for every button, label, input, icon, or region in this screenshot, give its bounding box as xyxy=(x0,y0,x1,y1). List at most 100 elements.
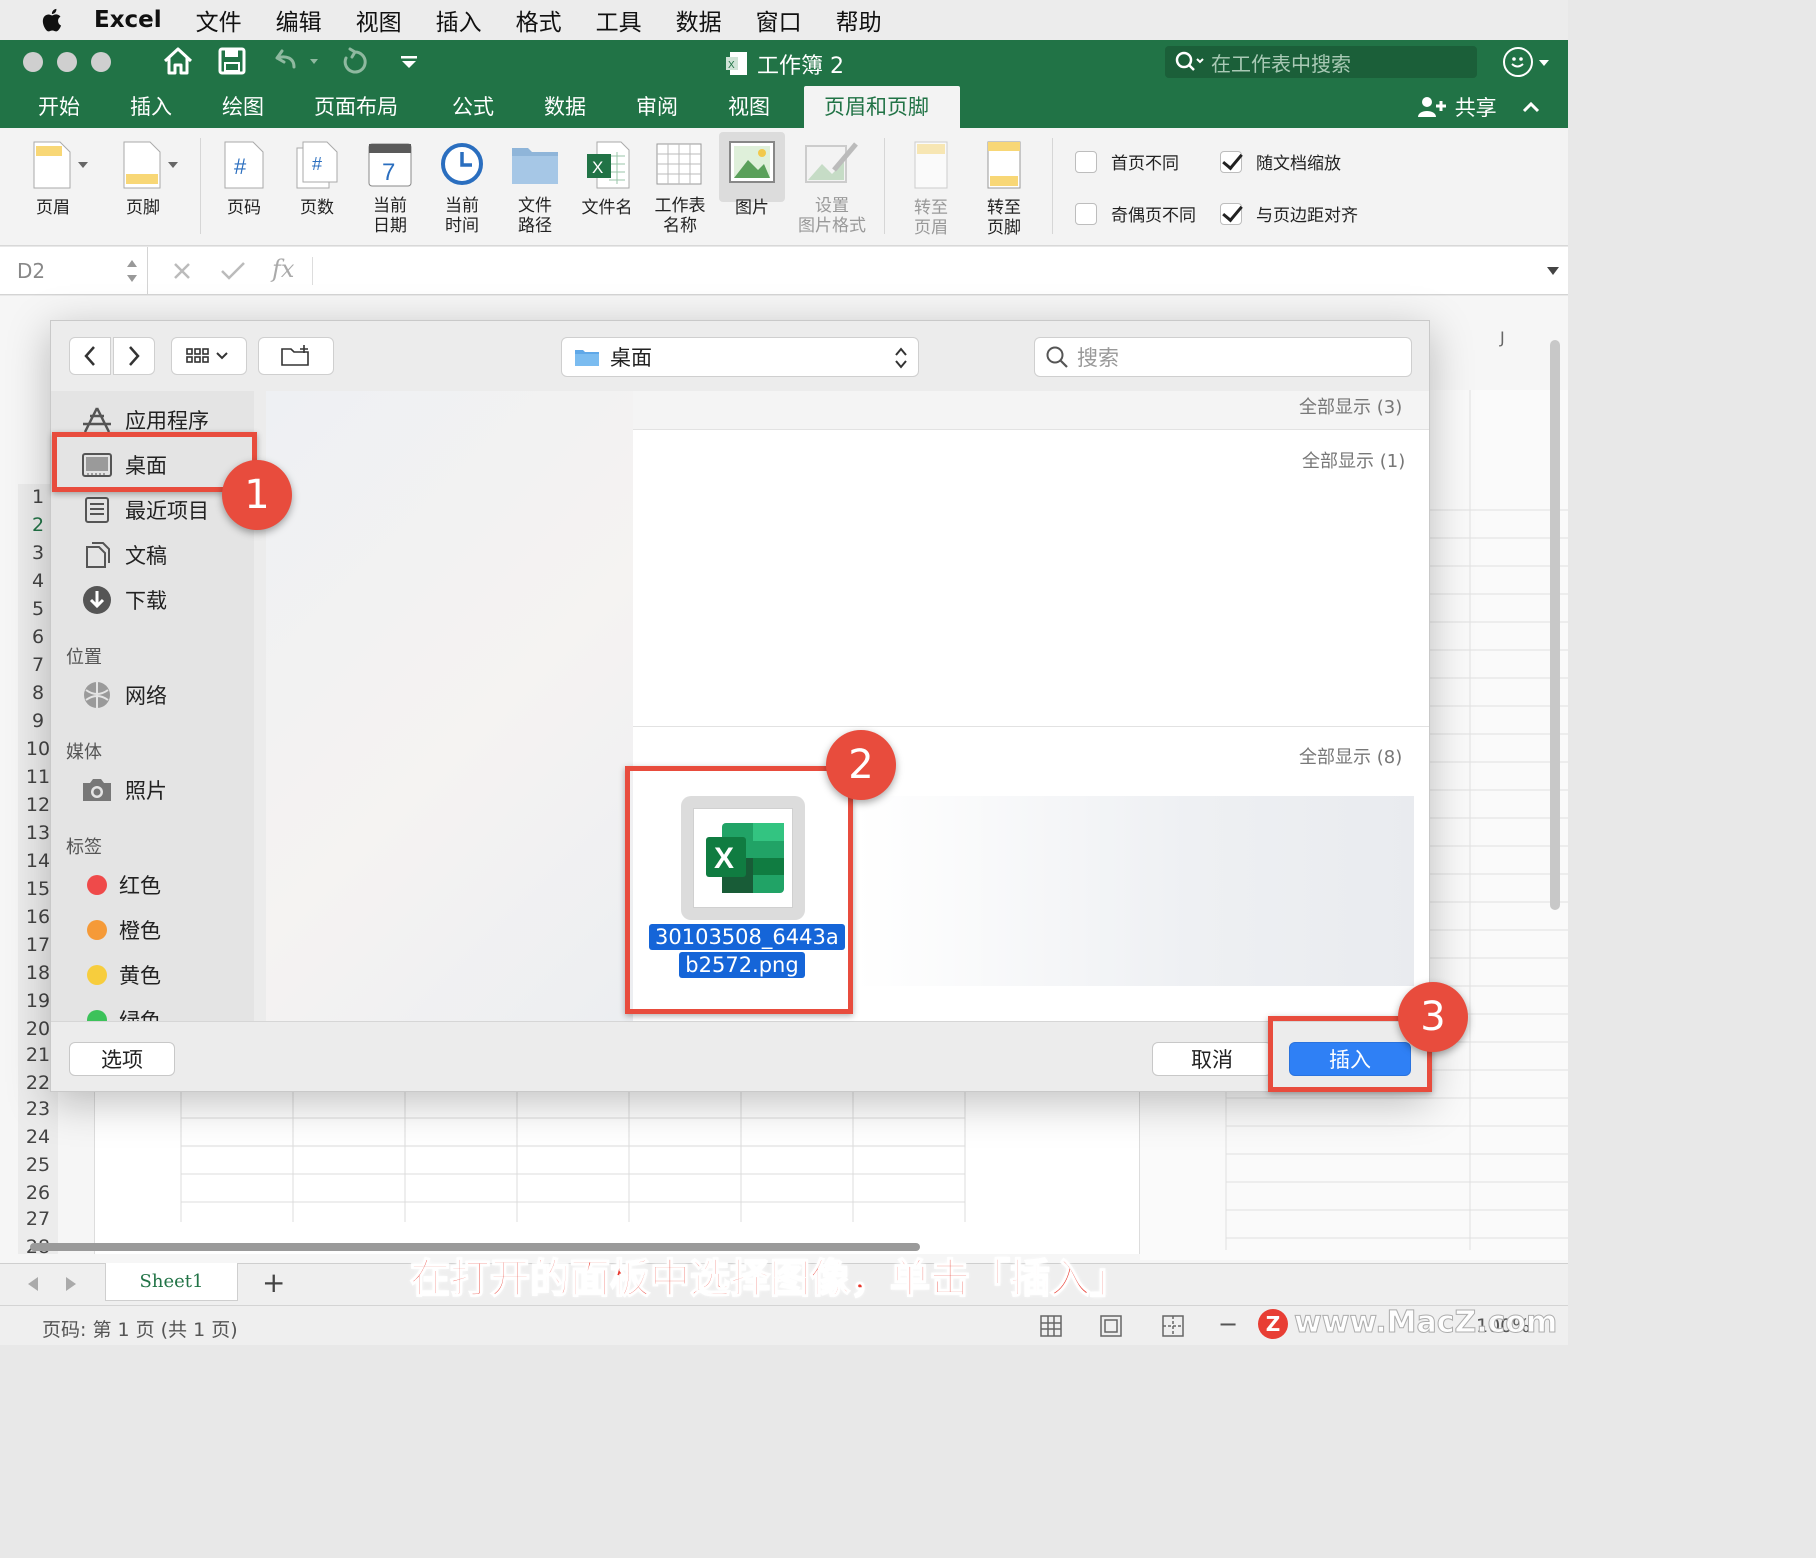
feedback-dropdown-icon[interactable] xyxy=(1538,58,1550,68)
menu-help[interactable]: 帮助 xyxy=(836,3,882,37)
tab-draw[interactable]: 绘图 xyxy=(222,86,314,128)
tab-formulas[interactable]: 公式 xyxy=(452,86,544,128)
align-with-margins-option[interactable]: 与页边距对齐 xyxy=(1220,201,1358,226)
picture-button[interactable]: 图片 xyxy=(719,132,785,218)
header-label: 页眉 xyxy=(36,198,70,218)
sidebar-item-network[interactable]: 网络 xyxy=(81,680,167,710)
cancel-button[interactable]: 取消 xyxy=(1152,1042,1272,1076)
scale-with-document-option[interactable]: 随文档缩放 xyxy=(1220,149,1341,174)
goto-footer-button[interactable]: 转至 页脚 xyxy=(973,140,1035,238)
tab-view[interactable]: 视图 xyxy=(728,86,804,128)
undo-icon[interactable] xyxy=(270,47,322,75)
sidebar-tag-green[interactable]: 绿色 xyxy=(87,1005,161,1021)
new-folder-button[interactable] xyxy=(258,337,334,375)
goto-header-button[interactable]: 转至 页眉 xyxy=(900,140,962,238)
zoom-window-button[interactable] xyxy=(91,52,111,72)
dialog-search-field[interactable]: 搜索 xyxy=(1034,337,1412,377)
row-header[interactable]: 24 xyxy=(20,1126,56,1148)
home-icon[interactable] xyxy=(162,46,194,76)
menu-edit[interactable]: 编辑 xyxy=(276,3,322,37)
row-header[interactable]: 25 xyxy=(20,1154,56,1176)
close-window-button[interactable] xyxy=(23,52,43,72)
location-popup[interactable]: 桌面 xyxy=(561,337,919,377)
menu-tools[interactable]: 工具 xyxy=(596,3,642,37)
sidebar-item-photos[interactable]: 照片 xyxy=(81,775,167,805)
svg-text:#: # xyxy=(234,154,247,179)
save-icon[interactable] xyxy=(218,47,246,75)
tab-page-layout[interactable]: 页面布局 xyxy=(314,86,452,128)
row-header[interactable]: 26 xyxy=(20,1182,56,1204)
different-odd-even-checkbox[interactable] xyxy=(1075,202,1097,225)
page-layout-view-icon[interactable] xyxy=(1100,1315,1122,1337)
tab-home[interactable]: 开始 xyxy=(38,86,130,128)
show-all-group-2[interactable]: 全部显示 (1) xyxy=(1302,447,1405,473)
page-count-button[interactable]: # 页数 xyxy=(288,140,346,218)
tab-review[interactable]: 审阅 xyxy=(636,86,728,128)
file-name-button[interactable]: X 文件名 xyxy=(575,140,639,218)
header-button[interactable]: 页眉 xyxy=(20,140,100,218)
current-time-button[interactable]: 当前 时间 xyxy=(432,140,492,236)
apple-icon[interactable] xyxy=(34,7,68,33)
scale-with-document-checkbox[interactable] xyxy=(1220,150,1242,173)
column-header-j[interactable]: J xyxy=(1500,328,1505,347)
insert-function-button[interactable]: fx xyxy=(272,255,294,283)
footer-button[interactable]: 页脚 xyxy=(110,140,190,218)
different-first-page-checkbox[interactable] xyxy=(1075,150,1097,173)
different-first-page-option[interactable]: 首页不同 xyxy=(1075,149,1179,174)
current-date-button[interactable]: 7 当前 日期 xyxy=(360,140,420,236)
page-break-view-icon[interactable] xyxy=(1162,1315,1184,1337)
menu-format[interactable]: 格式 xyxy=(516,3,562,37)
add-sheet-button[interactable]: + xyxy=(262,1266,285,1299)
normal-view-icon[interactable] xyxy=(1040,1315,1062,1337)
format-picture-button[interactable]: 设置 图片格式 xyxy=(792,140,872,236)
row-header[interactable]: 27 xyxy=(20,1208,56,1230)
sidebar-item-recents[interactable]: 最近项目 xyxy=(81,495,209,525)
minimize-window-button[interactable] xyxy=(57,52,77,72)
sheet-tab-sheet1[interactable]: Sheet1 xyxy=(105,1263,238,1301)
different-odd-even-option[interactable]: 奇偶页不同 xyxy=(1075,201,1196,226)
tab-insert[interactable]: 插入 xyxy=(130,86,222,128)
vertical-scrollbar[interactable] xyxy=(1550,340,1560,910)
sheet-name-button[interactable]: 工作表 名称 xyxy=(648,140,712,236)
feedback-smiley-icon[interactable] xyxy=(1503,47,1533,77)
menu-view[interactable]: 视图 xyxy=(356,3,402,37)
menu-insert[interactable]: 插入 xyxy=(436,3,482,37)
tab-header-footer[interactable]: 页眉和页脚 xyxy=(804,86,960,128)
menu-window[interactable]: 窗口 xyxy=(756,3,802,37)
sidebar-item-applications[interactable]: 应用程序 xyxy=(81,405,209,435)
expand-formula-bar-icon[interactable] xyxy=(1546,265,1560,277)
sheet-search-field[interactable]: 在工作表中搜索 xyxy=(1165,46,1477,78)
menu-data[interactable]: 数据 xyxy=(676,3,722,37)
sidebar-item-downloads[interactable]: 下载 xyxy=(81,585,167,615)
menu-app[interactable]: Excel xyxy=(94,7,162,33)
confirm-edit-icon[interactable] xyxy=(220,261,246,281)
row-header[interactable]: 23 xyxy=(20,1098,56,1120)
view-mode-button[interactable] xyxy=(171,337,247,375)
zoom-out-button[interactable]: − xyxy=(1218,1310,1238,1338)
file-path-button[interactable]: 文件 路径 xyxy=(505,140,565,236)
show-all-group-3[interactable]: 全部显示 (8) xyxy=(1299,743,1402,769)
cancel-edit-icon[interactable] xyxy=(172,261,192,281)
sidebar-tag-yellow[interactable]: 黄色 xyxy=(87,960,161,990)
customize-toolbar-icon[interactable] xyxy=(400,55,418,69)
forward-button[interactable] xyxy=(113,337,155,375)
name-box-stepper-icon[interactable] xyxy=(126,257,138,285)
align-with-margins-checkbox[interactable] xyxy=(1220,202,1242,225)
next-sheet-icon[interactable] xyxy=(64,1276,78,1292)
show-all-group-1[interactable]: 全部显示 (3) xyxy=(1299,393,1402,419)
sidebar-tag-orange[interactable]: 橙色 xyxy=(87,915,161,945)
sidebar-item-label: 绿色 xyxy=(119,1009,161,1021)
tab-data[interactable]: 数据 xyxy=(544,86,636,128)
page-number-button[interactable]: # 页码 xyxy=(215,140,273,218)
collapse-ribbon-icon[interactable] xyxy=(1521,100,1541,114)
sidebar-tag-red[interactable]: 红色 xyxy=(87,870,161,900)
ribbon-divider xyxy=(200,138,201,234)
share-button[interactable]: 共享 xyxy=(1418,92,1541,122)
menu-file[interactable]: 文件 xyxy=(196,3,242,37)
prev-sheet-icon[interactable] xyxy=(26,1276,40,1292)
back-button[interactable] xyxy=(69,337,111,375)
redo-icon[interactable] xyxy=(340,47,370,77)
name-box[interactable]: D2 xyxy=(0,247,148,295)
options-button[interactable]: 选项 xyxy=(69,1042,175,1076)
sidebar-item-documents[interactable]: 文稿 xyxy=(81,540,167,570)
